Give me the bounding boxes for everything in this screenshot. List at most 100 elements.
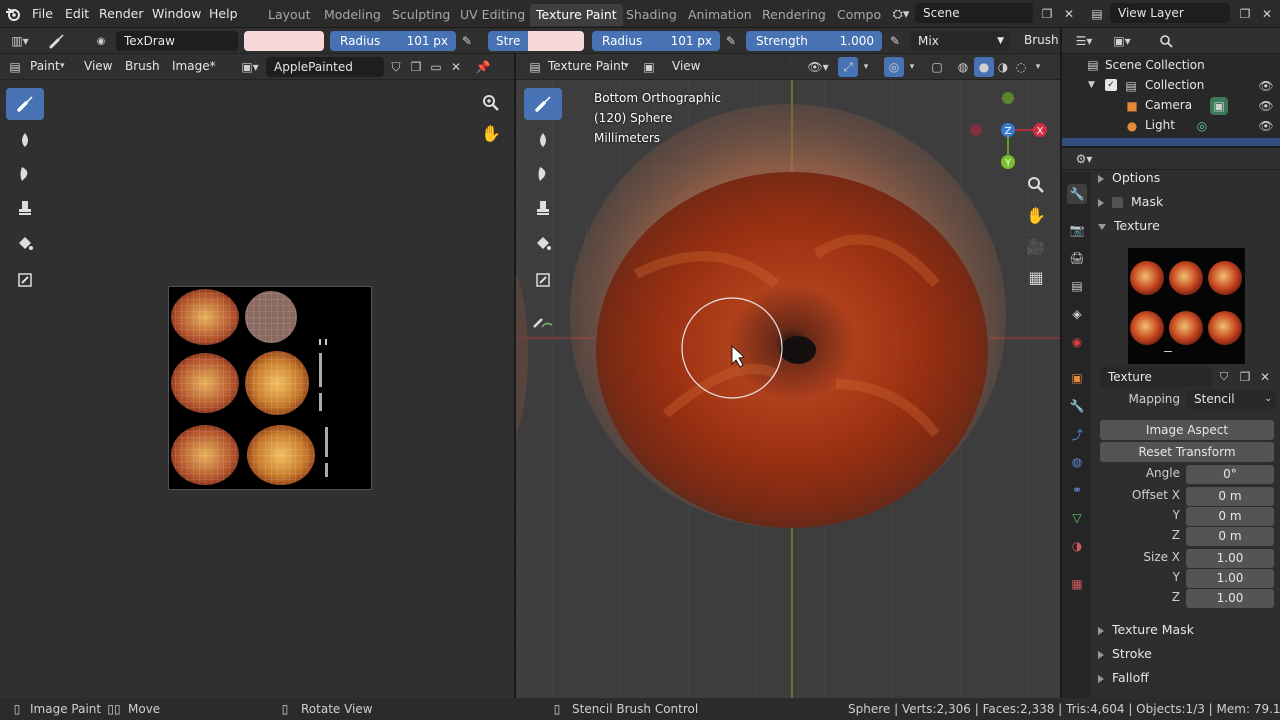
eye-icon[interactable]: 👁 [1258, 118, 1274, 134]
clone-tool[interactable] [6, 192, 44, 224]
fake-user-icon[interactable]: ⛉ [387, 58, 405, 76]
draw-tool[interactable] [6, 88, 44, 120]
strength-field[interactable]: Strength 1.000 [746, 31, 882, 51]
brush-name-field[interactable]: TexDraw [116, 31, 238, 51]
modifier-tab-icon[interactable]: 🔧 [1067, 396, 1087, 416]
output-tab-icon[interactable]: 🖨 [1067, 248, 1087, 268]
texture-name-field[interactable]: Texture [1100, 367, 1212, 387]
outliner-item-light[interactable]: Light [1145, 118, 1175, 132]
unlink-image-icon[interactable]: ✕ [447, 58, 465, 76]
annotate-tool[interactable] [524, 306, 562, 338]
camera-view-icon[interactable]: 🎥 [1025, 236, 1047, 258]
offset-z-field[interactable]: 0 m [1186, 527, 1274, 546]
strength-pressure-icon[interactable]: ✎ [886, 32, 904, 50]
falloff-panel-header[interactable]: Falloff [1098, 670, 1149, 685]
pin-icon[interactable]: 📌 [474, 58, 492, 76]
fill-tool[interactable] [6, 228, 44, 260]
chevron-down-icon[interactable]: ▾ [860, 58, 872, 76]
data-tab-icon[interactable]: ▽ [1067, 508, 1087, 528]
display-mode-icon[interactable]: ▣▾ [1108, 32, 1136, 50]
world-tab-icon[interactable]: ◉ [1067, 332, 1087, 352]
smear-tool[interactable] [6, 158, 44, 190]
material-tab-icon[interactable]: ◑ [1067, 536, 1087, 556]
stroke-panel-header[interactable]: Stroke [1098, 646, 1152, 661]
checkbox-icon[interactable]: ✓ [1105, 79, 1117, 91]
radius2-pressure-icon[interactable]: ✎ [722, 32, 740, 50]
remove-scene-icon[interactable]: ✕ [1060, 5, 1078, 23]
selected-row-sphere[interactable] [1062, 138, 1280, 146]
view-layer-icon[interactable]: ▤ [1086, 5, 1108, 23]
viewport-pan-icon[interactable]: ✋ [1025, 204, 1047, 226]
offset-y-field[interactable]: 0 m [1186, 507, 1274, 526]
view-layer-selector[interactable]: View Layer [1110, 3, 1230, 23]
menu-help[interactable]: Help [209, 6, 238, 21]
solid-shading-icon[interactable]: ● [974, 57, 994, 77]
tab-shading[interactable]: Shading [620, 4, 683, 26]
physics-tab-icon[interactable]: ◍ [1067, 452, 1087, 472]
visibility-icon[interactable]: 👁▾ [806, 58, 830, 76]
render-tab-icon[interactable]: 📷 [1067, 220, 1087, 240]
texture-panel-header[interactable]: Texture [1098, 218, 1160, 233]
view-layer-tab-icon[interactable]: ▤ [1067, 276, 1087, 296]
mask-toggle-icon[interactable]: ▣ [640, 58, 658, 76]
menu-render[interactable]: Render [99, 6, 144, 21]
search-icon[interactable] [1156, 32, 1176, 50]
options-panel-header[interactable]: Options [1098, 170, 1160, 185]
menu-window[interactable]: Window [152, 6, 201, 21]
brush-color-swatch-2[interactable] [528, 31, 584, 51]
chevron-down-icon[interactable]: ▾ [1032, 58, 1044, 76]
rendered-shading-icon[interactable]: ◌ [1012, 58, 1030, 76]
radius-field[interactable]: Radius 101 px [330, 31, 456, 51]
mask-panel-header[interactable]: Mask [1098, 194, 1163, 209]
open-image-icon[interactable]: ▭ [427, 58, 445, 76]
material-shading-icon[interactable]: ◑ [994, 58, 1012, 76]
mapping-select[interactable]: Stencil ⌄ [1186, 390, 1276, 409]
outliner-item-collection[interactable]: Collection [1145, 78, 1204, 92]
image-aspect-button[interactable]: Image Aspect [1100, 420, 1274, 440]
tab-modeling[interactable]: Modeling [318, 4, 387, 26]
uv-texture-image[interactable] [168, 286, 372, 490]
mask-tool[interactable] [6, 264, 44, 296]
tab-animation[interactable]: Animation [682, 4, 758, 26]
pan-hand-icon[interactable]: ✋ [480, 122, 502, 144]
wireframe-shading-icon[interactable]: ◍ [954, 58, 972, 76]
radius2-field[interactable]: Radius 101 px [592, 31, 720, 51]
image-browse-icon[interactable]: ▣▾ [236, 58, 264, 76]
scene-tab-icon[interactable]: ◈ [1067, 304, 1087, 324]
remove-view-layer-icon[interactable]: ✕ [1258, 5, 1276, 23]
brush-tool-icon[interactable] [46, 31, 68, 51]
xray-icon[interactable]: ▢ [928, 58, 946, 76]
object-tab-icon[interactable]: ▣ [1067, 368, 1087, 388]
new-view-layer-icon[interactable]: ❐ [1236, 5, 1254, 23]
tab-layout[interactable]: Layout [262, 4, 317, 26]
new-image-icon[interactable]: ❐ [407, 58, 425, 76]
texture-tab-icon[interactable]: ▦ [1067, 574, 1087, 594]
scene-collection-label[interactable]: Scene Collection [1105, 58, 1205, 72]
viewport-draw-tool[interactable] [524, 88, 562, 120]
angle-field[interactable]: 0° [1186, 465, 1274, 484]
menu-file[interactable]: File [32, 6, 53, 21]
disclosure-triangle[interactable]: ▼ [1088, 80, 1095, 90]
texture-preview[interactable] [1128, 248, 1245, 364]
particles-tab-icon[interactable]: ⤴ [1067, 424, 1087, 444]
size-z-field[interactable]: 1.00 [1186, 589, 1274, 608]
gizmo-icon[interactable]: ⤢ [838, 57, 858, 77]
scene-selector[interactable]: Scene [915, 3, 1033, 23]
new-texture-icon[interactable]: ❐ [1236, 368, 1254, 386]
editor-type-icon[interactable]: ⚙▾ [1070, 150, 1098, 168]
viewport-zoom-icon[interactable] [1025, 174, 1047, 196]
brush-color-swatch[interactable] [244, 31, 324, 51]
soften-tool[interactable] [6, 124, 44, 156]
paint-mode-icon[interactable]: ▤ [6, 58, 24, 76]
unlink-texture-icon[interactable]: ✕ [1256, 368, 1274, 386]
texture-mask-panel-header[interactable]: Texture Mask [1098, 622, 1194, 637]
strength-short-field[interactable]: Stre [488, 31, 528, 51]
eye-icon[interactable]: 👁 [1258, 78, 1274, 94]
size-x-field[interactable]: 1.00 [1186, 549, 1274, 568]
mask-checkbox[interactable] [1112, 197, 1123, 208]
image-name-field[interactable]: ApplePainted [266, 57, 384, 77]
image-menu[interactable]: Image* [172, 59, 216, 73]
constraints-tab-icon[interactable]: ⚭ [1067, 480, 1087, 500]
image-brush-menu[interactable]: Brush [125, 59, 160, 73]
editor-type-icon[interactable]: ☰▾ [1070, 32, 1098, 50]
